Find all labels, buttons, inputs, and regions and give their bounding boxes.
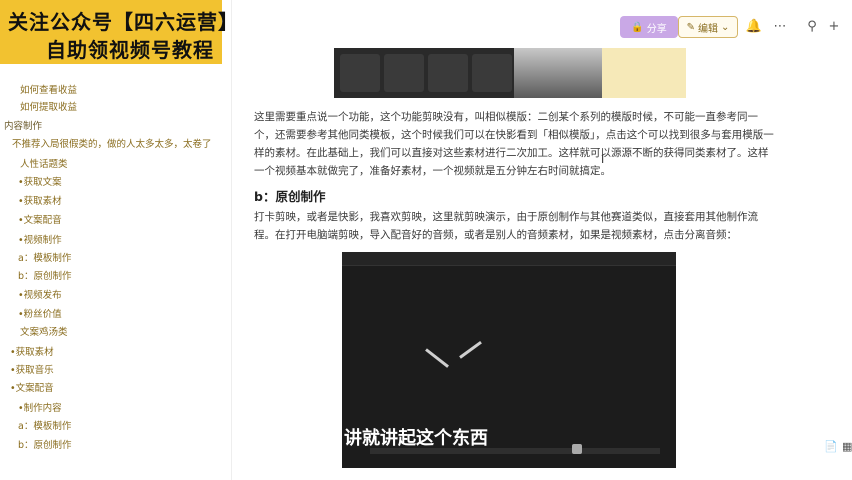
sidebar-item[interactable]: •制作内容 xyxy=(18,400,62,414)
more-icon[interactable]: ⋯ xyxy=(772,18,788,34)
sidebar-item[interactable]: a：模板制作 xyxy=(18,418,71,432)
text-cursor-icon: I xyxy=(601,153,605,166)
chevron-down-icon: ⌄ xyxy=(721,21,730,33)
watermark-banner: 关注公众号【四六运营】 自助领视频号教程 xyxy=(0,0,238,64)
video-stroke xyxy=(459,341,482,359)
sidebar-item[interactable]: 内容制作 xyxy=(4,118,42,132)
banner-line-1: 关注公众号【四六运营】 xyxy=(8,10,239,34)
image-thumbnail xyxy=(340,54,380,92)
share-button-label: 分享 xyxy=(646,23,667,35)
video-editor-toolbar xyxy=(342,252,676,266)
paragraph: 打卡剪映，或者是快影，我喜欢剪映，这里就剪映演示，由于原创制作与其他赛道类似，直… xyxy=(254,211,758,241)
image-thumbnail xyxy=(472,54,512,92)
bell-icon[interactable]: 🔔 xyxy=(746,18,762,34)
screenshot-image xyxy=(334,48,686,98)
pencil-icon: ✎ xyxy=(686,21,695,33)
sidebar-item[interactable]: 人性话题类 xyxy=(20,156,68,170)
edit-button[interactable]: ✎ 编辑 ⌄ xyxy=(678,16,738,38)
plus-icon[interactable]: + xyxy=(826,18,842,34)
sidebar-item[interactable]: 如何查看收益 xyxy=(20,82,77,96)
document-content: 这里需要重点说一个功能，这个功能剪映没有，叫相似模版：二创某个系列的模版时候，不… xyxy=(232,48,852,480)
paragraph: 这里需要重点说一个功能，这个功能剪映没有，叫相似模版：二创某个系列的模版时候，不… xyxy=(254,111,774,177)
section-heading: b：原创制作 xyxy=(254,189,326,204)
sidebar-item[interactable]: •获取素材 xyxy=(18,193,62,207)
sidebar-item[interactable]: b：原创制作 xyxy=(18,268,72,282)
timeline-handle[interactable] xyxy=(572,444,582,454)
sidebar-item[interactable]: •文案配音 xyxy=(18,212,62,226)
app-window: 如何查看收益 如何提取收益 内容制作 不推荐入局很假类的，做的人太多太多，太卷了… xyxy=(0,0,852,480)
sidebar-item[interactable]: 不推荐入局很假类的，做的人太多太多，太卷了 xyxy=(12,136,212,150)
sidebar-item[interactable]: b：原创制作 xyxy=(18,437,72,451)
image-text-panel xyxy=(602,48,686,98)
sidebar: 如何查看收益 如何提取收益 内容制作 不推荐入局很假类的，做的人太多太多，太卷了… xyxy=(0,0,232,480)
video-frame[interactable]: 讲就讲起这个东西 xyxy=(342,252,676,468)
video-timeline[interactable] xyxy=(370,448,660,454)
sidebar-item[interactable]: •文案配音 xyxy=(10,380,54,394)
lock-icon: 🔒 xyxy=(631,21,644,33)
grid-icon[interactable]: ▦ xyxy=(842,440,852,453)
image-thumbnail xyxy=(428,54,468,92)
sidebar-item[interactable]: 文案鸡汤类 xyxy=(20,324,68,338)
doc-icon[interactable]: 📄 xyxy=(824,440,838,453)
search-icon[interactable]: ⚲ xyxy=(804,18,820,34)
edit-button-label: 编辑 xyxy=(698,23,718,35)
sidebar-item[interactable]: •获取素材 xyxy=(10,344,54,358)
topbar: 🔒 分享 ✎ 编辑 ⌄ 🔔 ⋯ ⚲ + xyxy=(232,0,852,48)
image-preview xyxy=(514,48,602,98)
sidebar-item[interactable]: •视频发布 xyxy=(18,287,62,301)
sidebar-item[interactable]: •获取音乐 xyxy=(10,362,54,376)
sidebar-item[interactable]: a：模板制作 xyxy=(18,250,71,264)
share-button[interactable]: 🔒 分享 xyxy=(620,16,678,38)
image-thumbnail xyxy=(384,54,424,92)
video-stroke xyxy=(425,348,449,368)
sidebar-item[interactable]: 如何提取收益 xyxy=(20,99,77,113)
banner-line-2: 自助领视频号教程 xyxy=(46,38,214,62)
sidebar-item[interactable]: •视频制作 xyxy=(18,232,62,246)
sidebar-item[interactable]: •粉丝价值 xyxy=(18,306,62,320)
video-subtitle: 讲就讲起这个东西 xyxy=(344,428,488,449)
sidebar-item[interactable]: •获取文案 xyxy=(18,174,62,188)
